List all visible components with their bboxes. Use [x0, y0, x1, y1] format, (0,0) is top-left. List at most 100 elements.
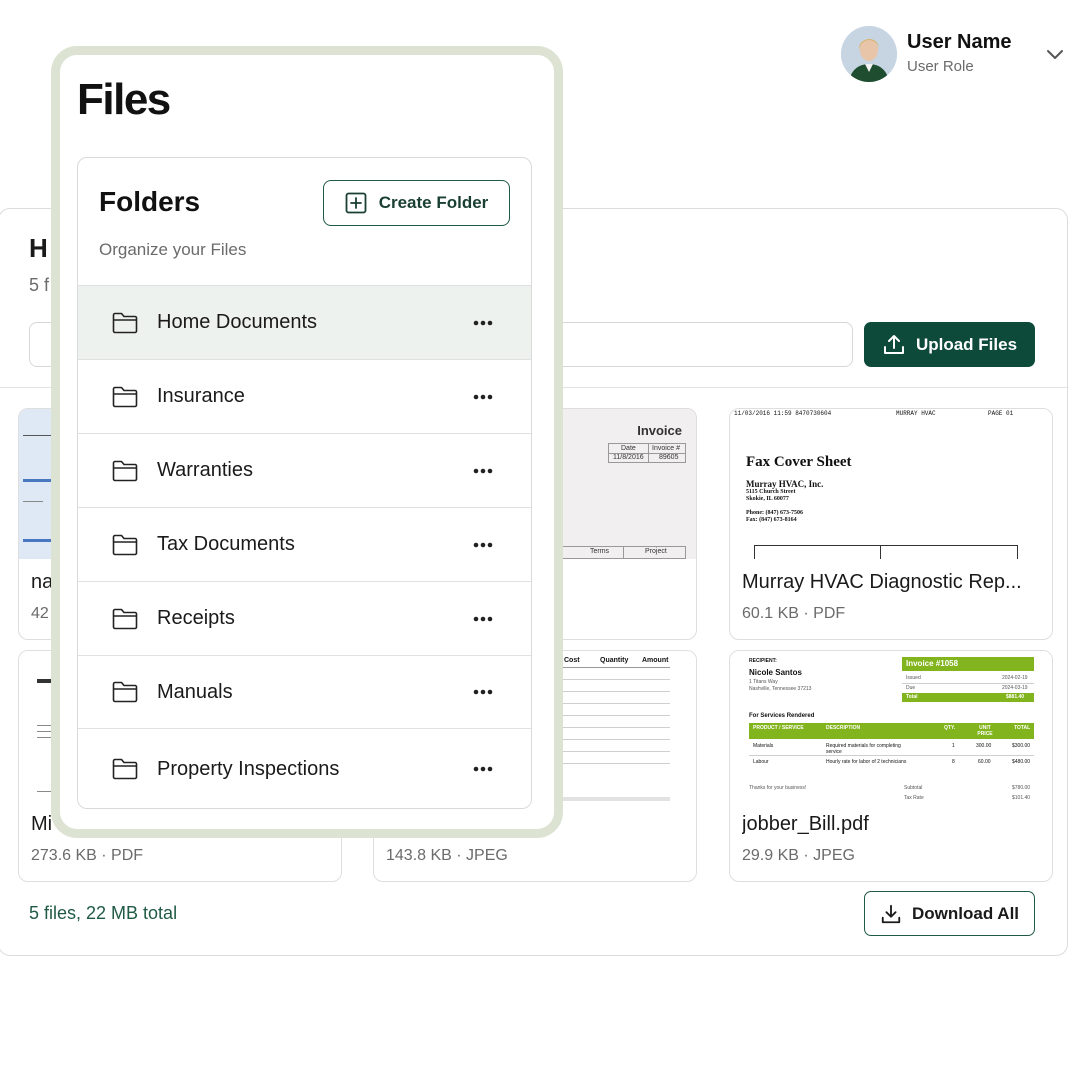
folder-label: Insurance: [157, 385, 245, 407]
jobber-subtotal-value: $780.00: [1012, 785, 1031, 791]
jobber-col-unit-price: UNIT PRICE: [977, 725, 993, 737]
folder-label: Warranties: [157, 459, 253, 481]
fax-address-2: Skokie, IL 60077: [746, 496, 789, 502]
jobber-client-name: Nicole Santos: [749, 668, 802, 677]
file-card[interactable]: RECIPIENT: Nicole Santos 1 Titans Way Na…: [729, 650, 1053, 882]
fax-header-right: PAGE 01: [988, 410, 1014, 417]
jobber-col-qty: QTY.: [944, 725, 956, 731]
folder-icon: [112, 460, 138, 481]
jobber-tax-label: Tax Rate: [904, 795, 924, 801]
invoice-project: Project: [645, 548, 667, 555]
file-meta: 273.6 KB · PDF: [31, 847, 144, 864]
file-meta: 42: [31, 605, 49, 622]
more-options-icon[interactable]: [473, 320, 493, 326]
folders-subtitle: Organize your Files: [99, 240, 247, 259]
create-folder-button[interactable]: Create Folder: [323, 180, 510, 226]
jobber-address-2: Nashville, Tennessee 37213: [749, 686, 812, 692]
folder-label: Receipts: [157, 607, 235, 629]
fax-address-1: 5115 Church Street: [746, 489, 796, 495]
files-overlay-card: Files Folders Organize your Files Create…: [51, 46, 563, 838]
avatar[interactable]: [841, 26, 897, 82]
folder-label: Property Inspections: [157, 757, 340, 780]
jobber-address-1: 1 Titans Way: [749, 679, 778, 685]
file-card[interactable]: 11/03/2016 11:59 8470730604 MURRAY HVAC …: [729, 408, 1053, 640]
file-name: Murray HVAC Diagnostic Rep...: [742, 571, 1022, 593]
jobber-total-value: $881.40: [1006, 694, 1025, 700]
folders-title: Folders: [99, 186, 201, 217]
folder-icon: [112, 681, 138, 703]
folder-label: Home Documents: [157, 311, 318, 333]
file-meta: 60.1 KB · PDF: [742, 605, 846, 622]
invoice-number-header: Invoice #: [652, 445, 681, 452]
jobber-col-product: PRODUCT / SERVICE: [753, 725, 804, 731]
folder-icon: [112, 608, 138, 629]
more-options-icon[interactable]: [473, 468, 493, 474]
invoice-date-header: Date: [621, 445, 636, 452]
jobber-row1-qty: 1: [952, 743, 955, 749]
folder-label: Manuals: [157, 680, 233, 703]
folder-item-insurance[interactable]: Insurance: [78, 360, 531, 434]
folder-item-property-inspections[interactable]: Property Inspections: [78, 729, 531, 808]
fax-phone: Phone: (847) 673-7506: [746, 510, 803, 516]
jobber-row2-description: Hourly rate for labor of 2 technicians: [826, 759, 907, 765]
user-avatar-icon: [841, 26, 897, 82]
fax-company: Murray HVAC, Inc.: [746, 479, 824, 489]
jobber-subtotal-label: Subtotal: [904, 785, 923, 791]
jobber-total-label: Total: [906, 694, 918, 700]
folder-icon: [112, 312, 138, 333]
jobber-recipient-label: RECIPIENT:: [749, 658, 777, 664]
upload-files-label: Upload Files: [915, 334, 1018, 354]
file-thumbnail: 11/03/2016 11:59 8470730604 MURRAY HVAC …: [730, 409, 1052, 559]
estimate-quantity-header: Quantity: [600, 657, 629, 664]
jobber-row2-product: Labour: [753, 759, 769, 765]
upload-icon: [883, 334, 904, 354]
invoice-number: 89605: [659, 454, 679, 461]
more-options-icon[interactable]: [473, 689, 493, 695]
fax-fax: Fax: (847) 673-8164: [746, 517, 797, 523]
folder-icon: [112, 758, 138, 780]
more-options-icon[interactable]: [473, 542, 493, 548]
folder-item-tax-documents[interactable]: Tax Documents: [78, 508, 531, 582]
jobber-row2-qty: 8: [952, 759, 955, 765]
jobber-section-title: For Services Rendered: [749, 713, 815, 719]
jobber-row2-unit-price: 60.00: [978, 759, 991, 765]
folder-item-warranties[interactable]: Warranties: [78, 434, 531, 508]
jobber-due-value: 2024-03-19: [1002, 685, 1028, 691]
more-options-icon[interactable]: [473, 394, 493, 400]
fax-header-left: 11/03/2016 11:59 8470730604: [734, 410, 832, 417]
download-all-button[interactable]: Download All: [864, 891, 1035, 936]
file-meta: 143.8 KB · JPEG: [386, 847, 508, 864]
file-thumbnail: RECIPIENT: Nicole Santos 1 Titans Way Na…: [730, 651, 1052, 801]
more-options-icon[interactable]: [473, 766, 493, 772]
jobber-row1-product: Materials: [753, 743, 774, 749]
folder-icon: [112, 386, 138, 407]
fax-header-mid: MURRAY HVAC: [896, 410, 936, 417]
more-options-icon[interactable]: [473, 616, 493, 622]
plus-square-icon: [345, 192, 367, 214]
estimate-cost-header: Cost: [564, 657, 580, 664]
jobber-issued-value: 2024-02-19: [1002, 675, 1028, 681]
jobber-row2-total: $480.00: [1012, 759, 1031, 765]
jobber-due-label: Due: [906, 685, 916, 691]
panel-subtitle: 5 f: [29, 275, 50, 295]
files-total: 5 files, 22 MB total: [29, 903, 178, 923]
fax-title: Fax Cover Sheet: [746, 454, 852, 470]
chevron-down-icon[interactable]: [1045, 46, 1065, 62]
folder-list: Home Documents Insurance Warranties Tax …: [78, 285, 531, 808]
user-name: User Name: [907, 31, 1012, 53]
user-role: User Role: [907, 58, 974, 75]
folders-card: Folders Organize your Files Create Folde…: [77, 157, 532, 809]
invoice-thumb-title: Invoice: [637, 423, 682, 438]
download-all-label: Download All: [911, 903, 1020, 923]
file-meta: 29.9 KB · JPEG: [742, 847, 855, 864]
user-menu[interactable]: User Name User Role: [841, 26, 1063, 82]
upload-files-button[interactable]: Upload Files: [864, 322, 1035, 367]
folder-item-receipts[interactable]: Receipts: [78, 582, 531, 656]
invoice-date: 11/8/2016: [613, 454, 644, 461]
folder-item-manuals[interactable]: Manuals: [78, 656, 531, 729]
folder-item-home-documents[interactable]: Home Documents: [78, 286, 531, 360]
jobber-col-description: DESCRIPTION: [826, 725, 861, 731]
file-name: jobber_Bill.pdf: [742, 813, 869, 835]
folder-icon: [112, 534, 138, 555]
jobber-issued-label: Issued: [906, 675, 921, 681]
